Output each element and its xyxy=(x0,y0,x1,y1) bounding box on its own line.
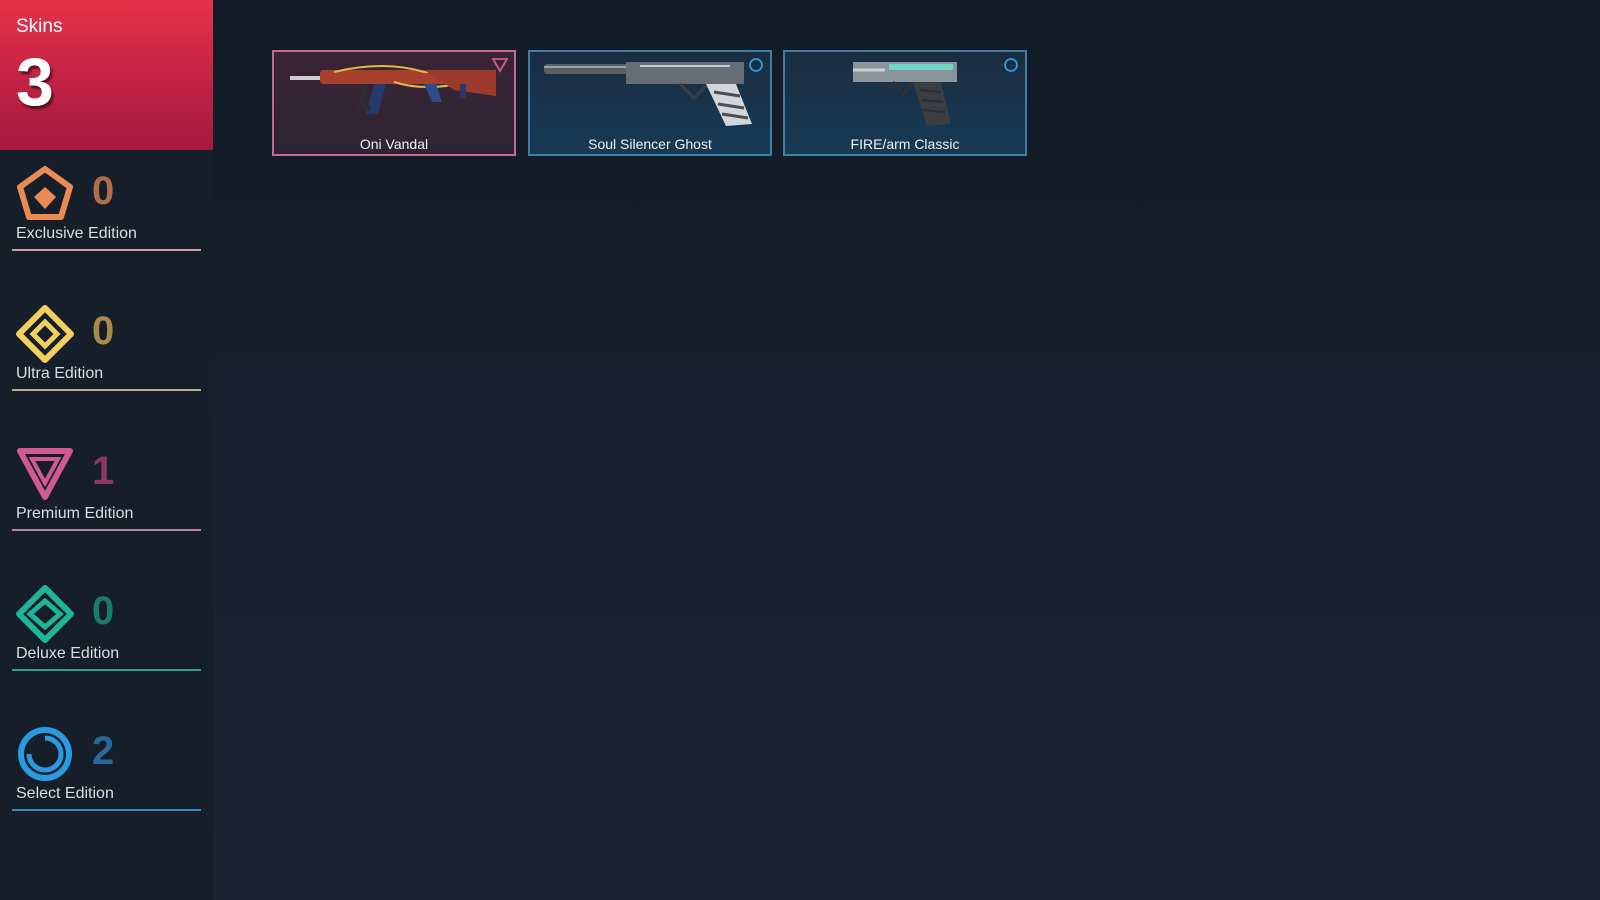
rifle-image xyxy=(274,56,514,132)
tier-divider xyxy=(12,529,201,531)
tier-name: Premium Edition xyxy=(16,505,134,522)
tier-select-edition[interactable]: 2 Select Edition xyxy=(12,725,201,815)
skin-card-soul-silencer-ghost[interactable]: Soul Silencer Ghost xyxy=(528,50,772,156)
skin-card-oni-vandal[interactable]: Oni Vandal xyxy=(272,50,516,156)
tier-divider xyxy=(12,389,201,391)
tier-deluxe-edition[interactable]: 0 Deluxe Edition xyxy=(12,585,201,675)
skin-card-firearm-classic[interactable]: FIRE/arm Classic xyxy=(783,50,1027,156)
tier-premium-edition[interactable]: 1 Premium Edition xyxy=(12,445,201,535)
tier-name: Exclusive Edition xyxy=(16,225,137,242)
total-skins-panel[interactable]: Skins 3 xyxy=(0,0,213,150)
pistol-image xyxy=(530,56,770,132)
tier-name: Deluxe Edition xyxy=(16,645,120,662)
deluxe-edition-icon xyxy=(16,585,74,643)
tier-ultra-edition[interactable]: 0 Ultra Edition xyxy=(12,305,201,395)
ultra-edition-icon xyxy=(16,305,74,363)
exclusive-edition-icon xyxy=(16,165,74,223)
tier-count: 0 xyxy=(92,589,115,633)
sidebar: Skins 3 0 Exclusive Edition 0 Ultra Edit… xyxy=(0,0,213,900)
premium-edition-icon xyxy=(16,445,74,503)
select-edition-icon xyxy=(16,725,74,783)
tier-name: Select Edition xyxy=(16,785,114,802)
select-edition-icon xyxy=(748,57,764,73)
tier-divider xyxy=(12,669,201,671)
tier-count: 1 xyxy=(92,449,115,493)
skin-name: Soul Silencer Ghost xyxy=(588,136,712,152)
skin-name: FIRE/arm Classic xyxy=(850,136,960,152)
total-skins-label: Skins xyxy=(16,16,63,37)
tier-divider xyxy=(12,249,201,251)
skin-name: Oni Vandal xyxy=(359,136,429,152)
premium-edition-icon xyxy=(492,57,508,73)
total-skins-count: 3 xyxy=(16,44,54,120)
tier-divider xyxy=(12,809,201,811)
tier-count: 2 xyxy=(92,729,115,773)
pistol-image xyxy=(785,56,1025,132)
tier-exclusive-edition[interactable]: 0 Exclusive Edition xyxy=(12,165,201,255)
select-edition-icon xyxy=(1003,57,1019,73)
tier-count: 0 xyxy=(92,309,115,353)
tier-count: 0 xyxy=(92,169,115,213)
tier-name: Ultra Edition xyxy=(16,365,104,382)
